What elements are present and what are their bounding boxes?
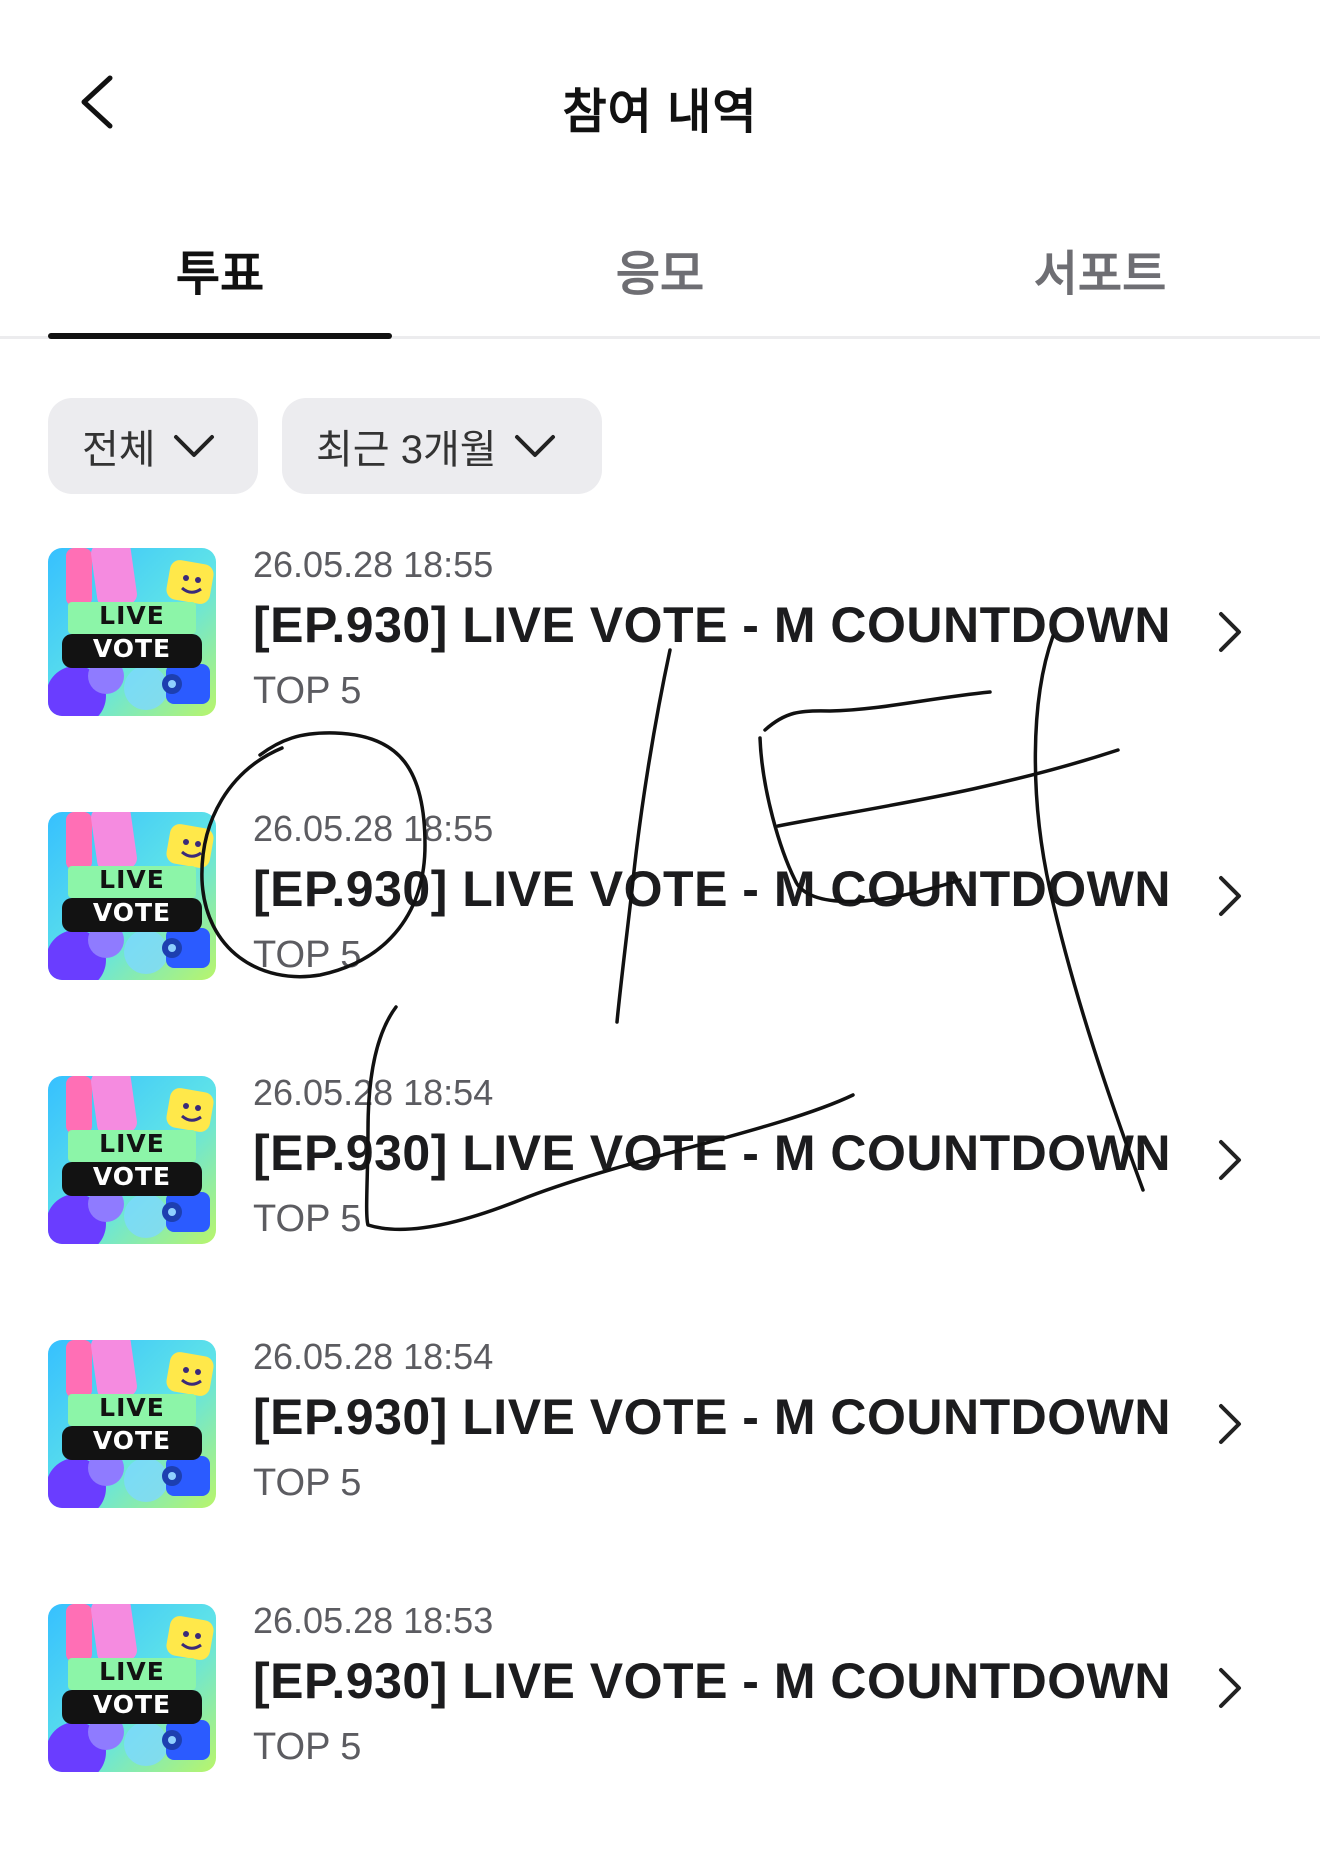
item-rank: TOP 5	[253, 1198, 362, 1240]
item-title: [EP.930] LIVE VOTE - M COUNTDOWN	[253, 861, 1171, 917]
live-vote-thumbnail: LIVE VOTE	[48, 1604, 216, 1772]
page-title: 참여 내역	[562, 86, 758, 139]
item-date: 26.05.28 18:54	[253, 1336, 494, 1377]
item-title: [EP.930] LIVE VOTE - M COUNTDOWN	[253, 1653, 1171, 1709]
list-item[interactable]: LIVE VOTE 26.05.28 18:55 [EP.930] LIVE V…	[0, 540, 1320, 804]
list-item[interactable]: LIVE VOTE 26.05.28 18:53 [EP.930] LIVE V…	[0, 1596, 1320, 1860]
filter-bar: 전체 최근 3개월	[48, 398, 602, 494]
live-vote-thumbnail: LIVE VOTE	[48, 548, 216, 716]
item-date: 26.05.28 18:54	[253, 1072, 494, 1113]
tab-bar: 투표 응모 서포트	[0, 220, 1320, 339]
list-item[interactable]: LIVE VOTE 26.05.28 18:54 [EP.930] LIVE V…	[0, 1332, 1320, 1596]
item-title: [EP.930] LIVE VOTE - M COUNTDOWN	[253, 1389, 1171, 1445]
live-vote-thumbnail: LIVE VOTE	[48, 812, 216, 980]
tab-entry[interactable]: 응모	[488, 234, 832, 336]
thumbnail-line2: VOTE	[92, 634, 172, 663]
item-title: [EP.930] LIVE VOTE - M COUNTDOWN	[253, 597, 1171, 653]
thumbnail-line2: VOTE	[92, 1426, 172, 1455]
thumbnail-line1: LIVE	[99, 1657, 165, 1686]
chevron-down-icon	[173, 435, 214, 457]
item-title: [EP.930] LIVE VOTE - M COUNTDOWN	[253, 1125, 1171, 1181]
thumbnail-line1: LIVE	[99, 865, 165, 894]
thumbnail-line1: LIVE	[99, 601, 165, 630]
thumbnail-line1: LIVE	[99, 1393, 165, 1422]
chevron-right-icon	[1219, 876, 1241, 916]
tab-support[interactable]: 서포트	[928, 234, 1272, 336]
vote-history-list: LIVE VOTE 26.05.28 18:55 [EP.930] LIVE V…	[0, 540, 1320, 1860]
thumbnail-line2: VOTE	[92, 1690, 172, 1719]
list-item[interactable]: LIVE VOTE 26.05.28 18:54 [EP.930] LIVE V…	[0, 1068, 1320, 1332]
filter-period-dropdown[interactable]: 최근 3개월	[282, 398, 602, 494]
live-vote-thumbnail: LIVE VOTE	[48, 1340, 216, 1508]
item-date: 26.05.28 18:55	[253, 544, 494, 585]
filter-category-dropdown[interactable]: 전체	[48, 398, 258, 494]
thumbnail-line1: LIVE	[99, 1129, 165, 1158]
tab-vote[interactable]: 투표	[48, 234, 392, 339]
thumbnail-line2: VOTE	[92, 898, 172, 927]
thumbnail-line2: VOTE	[92, 1162, 172, 1191]
header: 참여 내역	[0, 0, 1320, 200]
live-vote-thumbnail: LIVE VOTE	[48, 1076, 216, 1244]
filter-period-label: 최근 3개월	[316, 428, 497, 472]
item-rank: TOP 5	[253, 934, 362, 976]
item-rank: TOP 5	[253, 1462, 362, 1504]
item-rank: TOP 5	[253, 1726, 362, 1768]
chevron-right-icon	[1219, 1404, 1241, 1444]
chevron-down-icon	[514, 435, 555, 457]
item-date: 26.05.28 18:53	[253, 1600, 494, 1641]
chevron-right-icon	[1219, 612, 1241, 652]
item-date: 26.05.28 18:55	[253, 808, 494, 849]
filter-category-label: 전체	[82, 428, 156, 472]
item-rank: TOP 5	[253, 670, 362, 712]
list-item[interactable]: LIVE VOTE 26.05.28 18:55 [EP.930] LIVE V…	[0, 804, 1320, 1068]
chevron-right-icon	[1219, 1140, 1241, 1180]
chevron-right-icon	[1219, 1668, 1241, 1708]
